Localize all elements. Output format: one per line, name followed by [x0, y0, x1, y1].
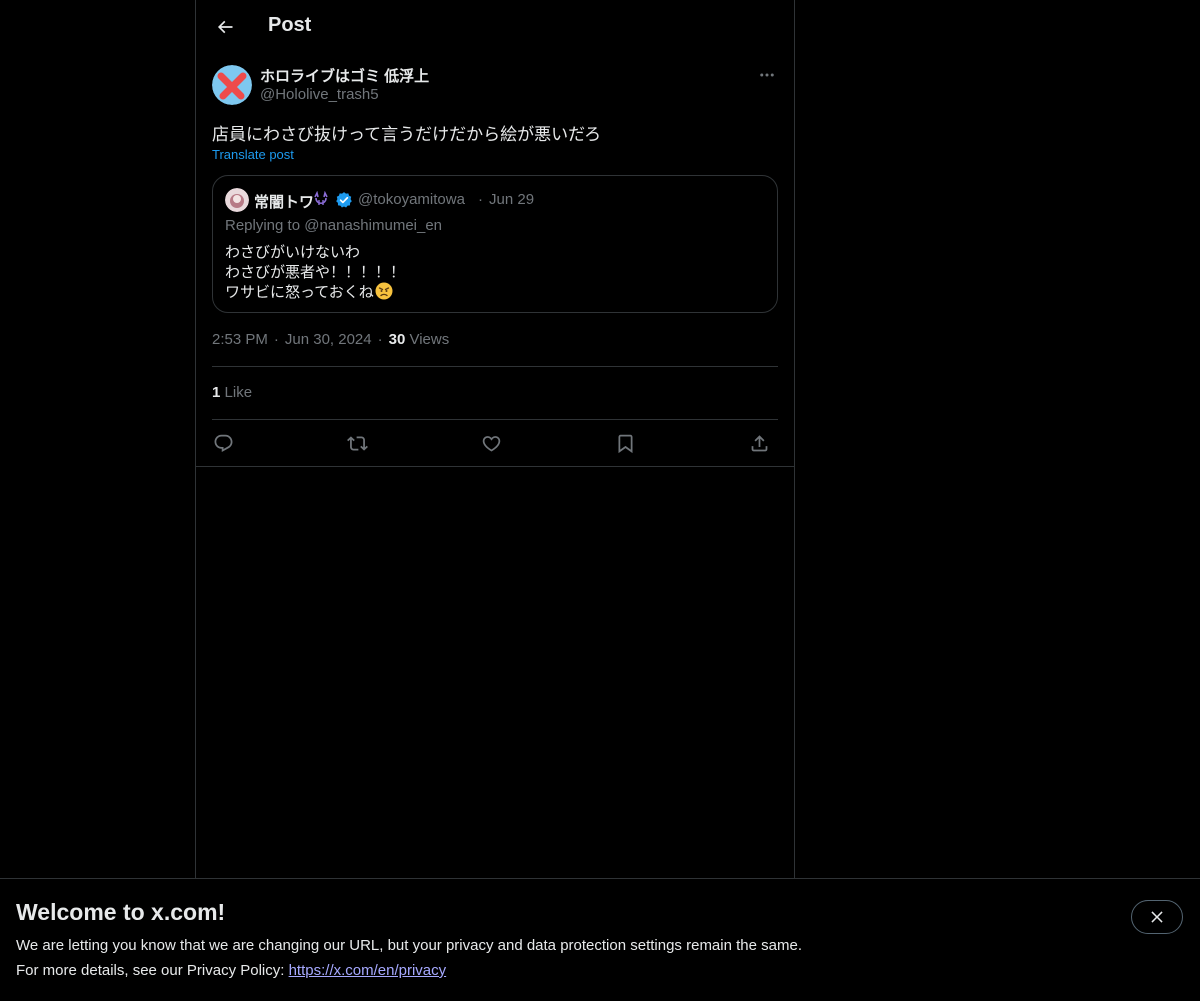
divider — [212, 419, 778, 420]
post-header: Post — [196, 0, 794, 54]
divider — [212, 366, 778, 367]
separator-dot: · — [273, 331, 279, 348]
angry-face-emoji-icon — [375, 282, 393, 300]
banner-title: Welcome to x.com! — [16, 899, 226, 925]
primary-column: Post ホロライブはゴミ 低浮上 @Hololive_trash5 店員にわさ… — [195, 0, 795, 1000]
banner-privacy-line: For more details, see our Privacy Policy… — [16, 962, 446, 979]
quote-author-name: 常闇トワ — [254, 194, 315, 211]
quote-author-avatar — [225, 188, 249, 212]
devil-emoji-icon — [312, 190, 330, 209]
quote-text-line: わさびが悪者や！！！！！ — [225, 264, 406, 281]
arrow-left-icon — [217, 20, 233, 34]
privacy-policy-link[interactable]: https://x.com/en/privacy — [289, 962, 447, 979]
views-count: 30 — [388, 331, 406, 348]
likes-label: Like — [224, 384, 253, 401]
replying-to: Replying to @nanashimumei_en — [225, 217, 443, 234]
back-button[interactable] — [208, 10, 242, 44]
separator-dot: · — [478, 191, 483, 208]
close-banner-button[interactable] — [1131, 900, 1183, 934]
post-date[interactable]: Jun 30, 2024 — [285, 331, 372, 348]
banner-message: We are letting you know that we are chan… — [16, 937, 802, 954]
like-button[interactable] — [476, 428, 506, 458]
close-icon — [1151, 911, 1163, 923]
post-author: ホロライブはゴミ 低浮上 @Hololive_trash5 — [212, 65, 778, 107]
repost-icon — [346, 435, 368, 451]
post-metadata: 2:53 PM · Jun 30, 2024 · 30 Views — [212, 331, 449, 348]
share-icon — [751, 434, 767, 451]
repost-button[interactable] — [342, 428, 372, 458]
likes-count: 1 — [212, 384, 221, 401]
post-text: 店員にわさび抜けって言うだけだから絵が悪いだろ — [212, 125, 602, 144]
page-title: Post — [268, 14, 312, 36]
divider — [196, 466, 794, 467]
translate-post-link[interactable]: Translate post — [212, 147, 294, 162]
post-actions — [212, 428, 778, 458]
reply-button[interactable] — [208, 428, 238, 458]
bookmark-icon — [618, 434, 632, 453]
quote-text: ワサビに怒っておくね — [225, 284, 374, 301]
bookmark-button[interactable] — [610, 428, 640, 458]
views-label: Views — [409, 331, 450, 348]
banner-privacy-prefix: For more details, see our Privacy Policy… — [16, 962, 289, 979]
reply-icon — [214, 434, 232, 452]
heart-icon — [482, 435, 500, 452]
quote-date: Jun 29 — [489, 191, 535, 208]
author-avatar[interactable] — [212, 65, 252, 105]
quote-text-line: わさびがいけないわ — [225, 244, 361, 261]
quote-text-line-with-emoji: ワサビに怒っておくね — [225, 281, 393, 302]
welcome-banner: Welcome to x.com! We are letting you kno… — [0, 878, 1200, 1001]
author-name[interactable]: ホロライブはゴミ 低浮上 — [260, 65, 429, 86]
quoted-post[interactable]: 常闇トワ @tokoyamitowa · Jun 29 Replying to … — [212, 175, 778, 313]
share-button[interactable] — [744, 428, 774, 458]
quote-author-handle: @tokoyamitowa — [358, 191, 465, 208]
author-handle[interactable]: @Hololive_trash5 — [260, 86, 379, 103]
verified-badge-icon — [335, 191, 353, 209]
likes-link[interactable]: 1 Like — [212, 384, 252, 401]
more-horizontal-icon — [760, 73, 774, 77]
more-button[interactable] — [756, 65, 778, 85]
post-time[interactable]: 2:53 PM — [212, 331, 268, 348]
separator-dot: · — [377, 331, 383, 348]
